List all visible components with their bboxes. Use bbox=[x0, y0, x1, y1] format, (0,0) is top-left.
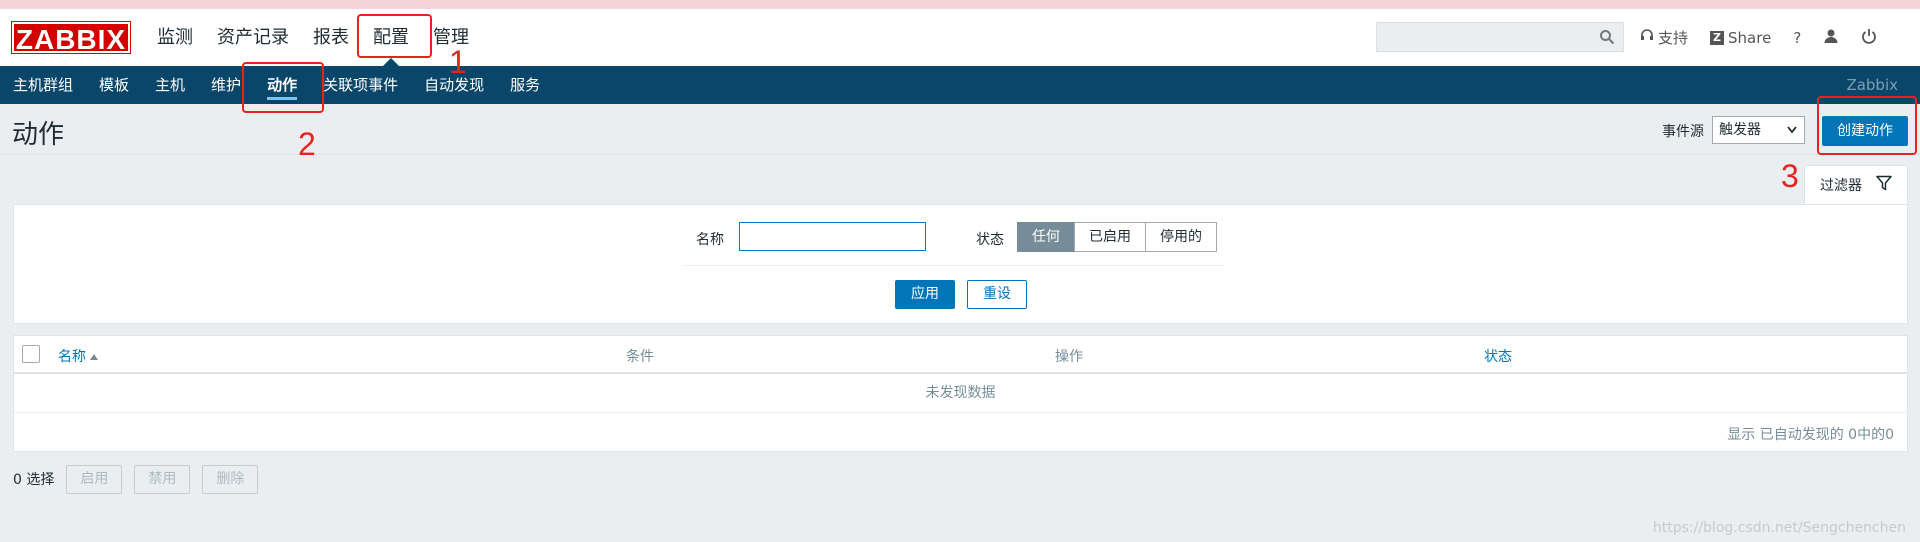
help-icon: ? bbox=[1793, 28, 1802, 47]
header-tools: 支持 Z Share ? bbox=[1640, 9, 1899, 66]
user-profile-button[interactable] bbox=[1823, 28, 1839, 48]
empty-table-message: 未发现数据 bbox=[14, 374, 1907, 413]
subnav-hosts[interactable]: 主机 bbox=[142, 66, 198, 104]
mass-actions-bar: 0 选择 启用 禁用 删除 bbox=[13, 464, 270, 494]
chevron-down-icon bbox=[1786, 118, 1798, 151]
menu-inventory[interactable]: 资产记录 bbox=[205, 9, 301, 66]
event-source-value: 触发器 bbox=[1719, 122, 1761, 138]
zabbix-logo[interactable]: ZABBIX bbox=[11, 21, 131, 55]
column-name-sortable[interactable]: 名称 bbox=[58, 346, 98, 366]
select-all-checkbox[interactable] bbox=[22, 345, 40, 363]
column-name-label: 名称 bbox=[58, 349, 86, 365]
annotation-number-1: 1 bbox=[449, 44, 467, 80]
event-source-select[interactable]: 触发器 bbox=[1712, 116, 1805, 144]
support-link[interactable]: 支持 bbox=[1640, 27, 1688, 48]
filter-tab-label: 过滤器 bbox=[1820, 178, 1862, 194]
table-header: 名称 条件 操作 状态 bbox=[14, 336, 1907, 374]
column-status-sortable[interactable]: 状态 bbox=[1484, 346, 1512, 366]
status-option-disabled[interactable]: 停用的 bbox=[1145, 222, 1217, 252]
apply-button[interactable]: 应用 bbox=[895, 280, 955, 309]
menu-monitoring[interactable]: 监测 bbox=[145, 9, 205, 66]
help-link[interactable]: ? bbox=[1793, 29, 1801, 47]
table-pager-info: 显示 已自动发现的 0中的0 bbox=[1727, 427, 1894, 443]
user-icon bbox=[1823, 28, 1839, 48]
headset-icon bbox=[1640, 28, 1654, 47]
mass-delete-button[interactable]: 删除 bbox=[202, 464, 259, 494]
filter-icon bbox=[1876, 175, 1892, 195]
support-label: 支持 bbox=[1658, 29, 1689, 47]
global-search-input[interactable] bbox=[1376, 22, 1624, 52]
blog-watermark: https://blog.csdn.net/Sengchenchen bbox=[1652, 520, 1906, 536]
sort-up-icon bbox=[90, 354, 98, 360]
filter-status-label: 状态 bbox=[976, 232, 1004, 248]
filter-status-segmented: 任何 已启用 停用的 bbox=[1017, 222, 1217, 252]
mass-disable-button[interactable]: 禁用 bbox=[134, 464, 191, 494]
browser-top-strip bbox=[0, 0, 1920, 9]
filter-name-label: 名称 bbox=[696, 232, 724, 248]
subnav-services[interactable]: 服务 bbox=[497, 66, 553, 104]
column-conditions: 条件 bbox=[626, 349, 654, 365]
power-icon bbox=[1861, 28, 1877, 48]
subnav-templates[interactable]: 模板 bbox=[86, 66, 142, 104]
mass-enable-button[interactable]: 启用 bbox=[66, 464, 123, 494]
event-source-label: 事件源 bbox=[1662, 124, 1704, 140]
subnav-event-correlation[interactable]: 关联项事件 bbox=[310, 66, 411, 104]
annotation-box-configuration bbox=[357, 14, 432, 58]
filter-tab[interactable]: 过滤器 bbox=[1804, 165, 1908, 204]
column-operations: 操作 bbox=[1055, 349, 1083, 365]
status-option-enabled[interactable]: 已启用 bbox=[1074, 222, 1146, 252]
share-label: Share bbox=[1728, 28, 1772, 47]
reset-button[interactable]: 重设 bbox=[967, 280, 1027, 309]
annotation-box-actions bbox=[242, 62, 324, 113]
logout-button[interactable] bbox=[1861, 28, 1877, 48]
zabbix-share-icon: Z bbox=[1710, 30, 1725, 45]
status-option-any[interactable]: 任何 bbox=[1017, 222, 1075, 252]
search-icon[interactable] bbox=[1599, 29, 1615, 49]
filter-divider bbox=[684, 265, 1224, 266]
page-title: 动作 bbox=[12, 120, 65, 150]
filter-name-input[interactable] bbox=[739, 222, 926, 251]
selected-count: 0 选择 bbox=[13, 472, 55, 488]
annotation-number-3: 3 bbox=[1781, 158, 1799, 194]
annotation-box-create-action bbox=[1817, 96, 1917, 155]
actions-table: 名称 条件 操作 状态 未发现数据 显示 已自动发现的 0中的0 bbox=[13, 335, 1908, 452]
subnav-host-groups[interactable]: 主机群组 bbox=[0, 66, 86, 104]
filter-panel: 名称 状态 任何 已启用 停用的 应用 重设 bbox=[13, 204, 1908, 324]
top-header: ZABBIX 监测 资产记录 报表 配置 管理 支持 Z Share ? bbox=[0, 9, 1920, 66]
annotation-number-2: 2 bbox=[298, 126, 316, 162]
share-link[interactable]: Z Share bbox=[1710, 29, 1771, 47]
menu-reports[interactable]: 报表 bbox=[301, 9, 361, 66]
